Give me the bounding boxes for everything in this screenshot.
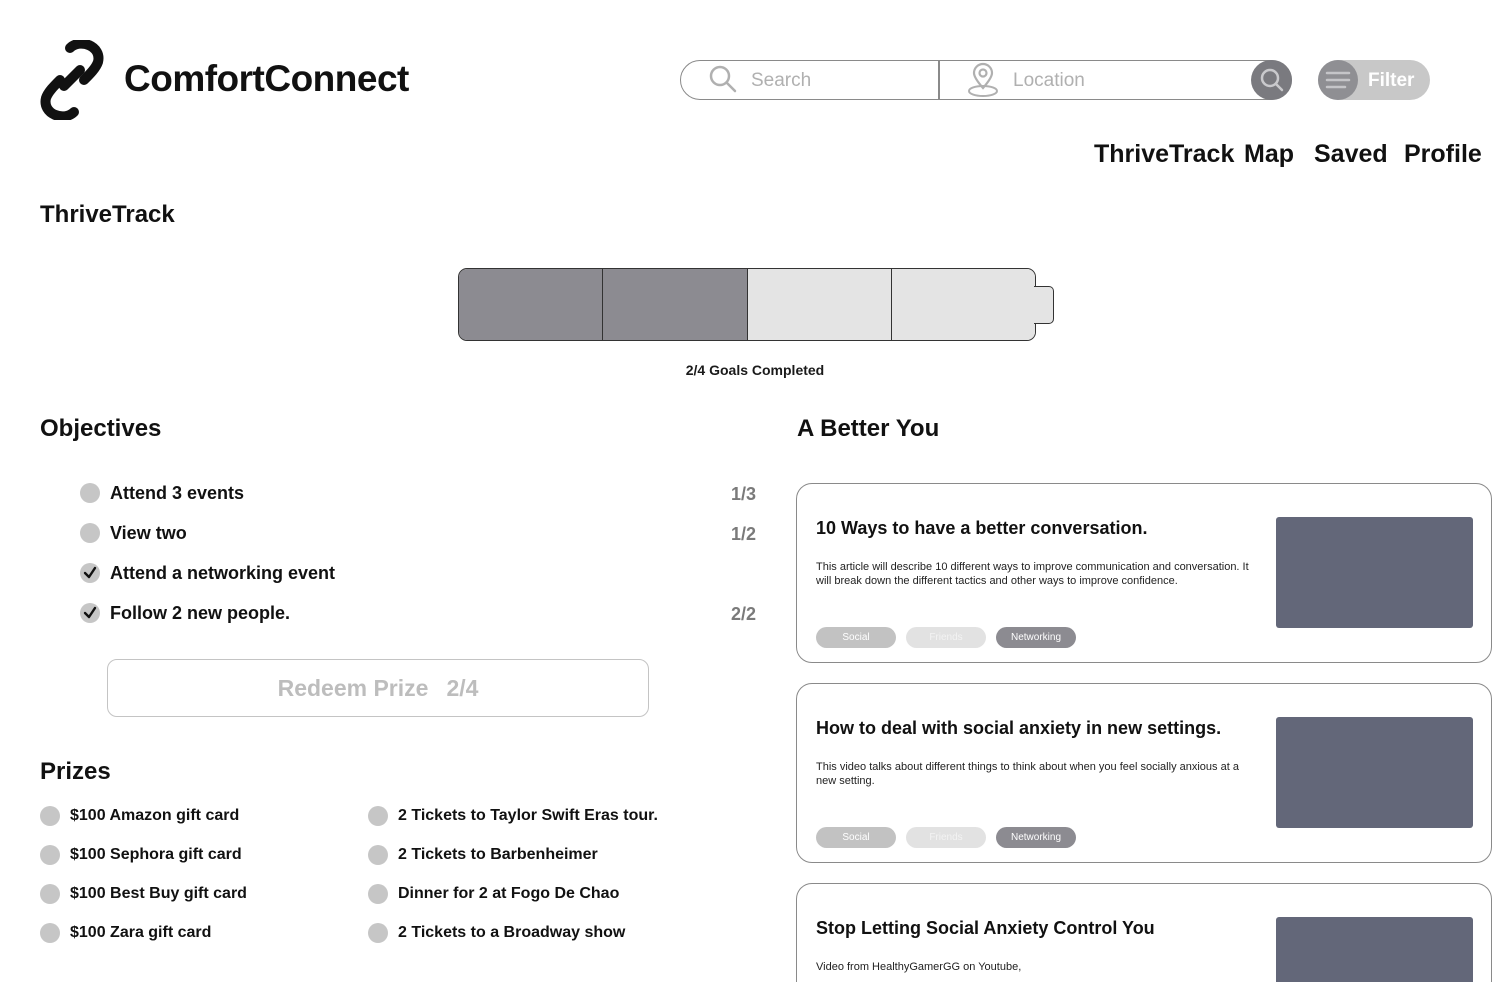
card-title: 10 Ways to have a better conversation.	[816, 518, 1148, 538]
objective-count: 1/3	[730, 484, 756, 504]
tag-networking[interactable]: Networking	[996, 827, 1076, 848]
prize-radio[interactable]	[368, 845, 388, 865]
prize-label: $100 Sephora gift card	[70, 846, 242, 863]
filter-icon	[1318, 60, 1358, 100]
goals-progress-bar	[458, 268, 1036, 341]
objective-label: Attend 3 events	[110, 483, 245, 503]
objectives-title: Objectives	[40, 415, 162, 442]
objective-label: Follow 2 new people.	[110, 603, 291, 623]
tag-networking[interactable]: Networking	[996, 627, 1076, 648]
objective-label: View two	[110, 523, 187, 543]
prize-radio[interactable]	[40, 923, 60, 943]
brand-name[interactable]: ComfortConnect	[124, 58, 409, 100]
location-pin-icon	[964, 62, 1002, 98]
prize-radio[interactable]	[368, 806, 388, 826]
filter-label: Filter	[1368, 70, 1415, 91]
search-icon	[1260, 68, 1284, 92]
search-input[interactable]: Search	[751, 70, 811, 92]
prize-radio[interactable]	[40, 845, 60, 865]
redeem-label: Redeem Prize	[277, 675, 429, 701]
card-title: How to deal with social anxiety in new s…	[816, 718, 1222, 738]
objective-count: 1/2	[730, 524, 756, 544]
card-thumbnail	[1276, 717, 1473, 828]
prize-label: $100 Best Buy gift card	[70, 885, 247, 902]
prize-radio[interactable]	[368, 884, 388, 904]
progress-segment-empty	[891, 269, 1035, 340]
card-description: This video talks about different things …	[816, 761, 1239, 787]
card-title: Stop Letting Social Anxiety Control You	[816, 918, 1155, 938]
card-thumbnail	[1276, 917, 1473, 982]
search-icon	[708, 64, 738, 94]
objective-item[interactable]: View two 1/2	[80, 521, 756, 545]
article-card[interactable]: How to deal with social anxiety in new s…	[796, 683, 1492, 863]
prize-label: 2 Tickets to Barbenheimer	[398, 846, 598, 863]
objective-checkbox[interactable]	[80, 483, 100, 503]
checkmark-icon	[83, 606, 97, 619]
prize-label: 2 Tickets to a Broadway show	[398, 924, 626, 941]
page-title: ThriveTrack	[40, 201, 175, 228]
article-card[interactable]: 10 Ways to have a better conversation. T…	[796, 483, 1492, 663]
objective-item[interactable]: Follow 2 new people. 2/2	[80, 601, 756, 625]
location-input[interactable]: Location	[1013, 70, 1085, 92]
objective-label: Attend a networking event	[110, 563, 336, 583]
prize-radio[interactable]	[40, 884, 60, 904]
logo-icon[interactable]	[40, 38, 104, 122]
better-you-title: A Better You	[797, 415, 940, 442]
prize-label: $100 Amazon gift card	[70, 807, 240, 824]
objective-count: 2/2	[730, 604, 756, 624]
objective-checkbox-checked[interactable]	[80, 563, 100, 583]
prize-radio[interactable]	[40, 806, 60, 826]
card-description: Video from HealthyGamerGG on Youtube,	[816, 961, 1022, 973]
progress-segment-filled	[603, 269, 748, 340]
progress-bar-cap	[1034, 286, 1054, 324]
redeem-prize-button[interactable]: Redeem Prize 2/4	[107, 659, 649, 717]
card-thumbnail	[1276, 517, 1473, 628]
search-divider	[938, 60, 940, 100]
nav-map[interactable]: Map	[1244, 140, 1294, 169]
objective-item[interactable]: Attend a networking event	[80, 561, 756, 585]
nav-saved[interactable]: Saved	[1314, 140, 1388, 169]
prize-label: Dinner for 2 at Fogo De Chao	[398, 885, 620, 902]
progress-label: 2/4 Goals Completed	[685, 362, 825, 378]
prize-radio[interactable]	[368, 923, 388, 943]
objective-checkbox-checked[interactable]	[80, 603, 100, 623]
progress-segment-filled	[459, 269, 604, 340]
tag-friends[interactable]: Friends	[906, 827, 986, 848]
objective-checkbox[interactable]	[80, 523, 100, 543]
filter-button[interactable]: Filter	[1318, 60, 1430, 100]
prize-label: 2 Tickets to Taylor Swift Eras tour.	[398, 807, 658, 824]
article-card[interactable]: Stop Letting Social Anxiety Control You …	[796, 883, 1492, 982]
prizes-title: Prizes	[40, 758, 111, 785]
progress-segment-empty	[747, 269, 892, 340]
nav-profile[interactable]: Profile	[1404, 140, 1482, 169]
search-submit-button[interactable]	[1251, 60, 1292, 100]
redeem-count: 2/4	[446, 675, 479, 701]
checkmark-icon	[83, 566, 97, 579]
nav-thrivetrack[interactable]: ThriveTrack	[1094, 140, 1234, 169]
tag-social[interactable]: Social	[816, 627, 896, 648]
card-description: This article will describe 10 different …	[816, 561, 1249, 587]
tag-friends[interactable]: Friends	[906, 627, 986, 648]
tag-social[interactable]: Social	[816, 827, 896, 848]
prize-label: $100 Zara gift card	[70, 924, 212, 941]
objective-item[interactable]: Attend 3 events 1/3	[80, 481, 756, 505]
